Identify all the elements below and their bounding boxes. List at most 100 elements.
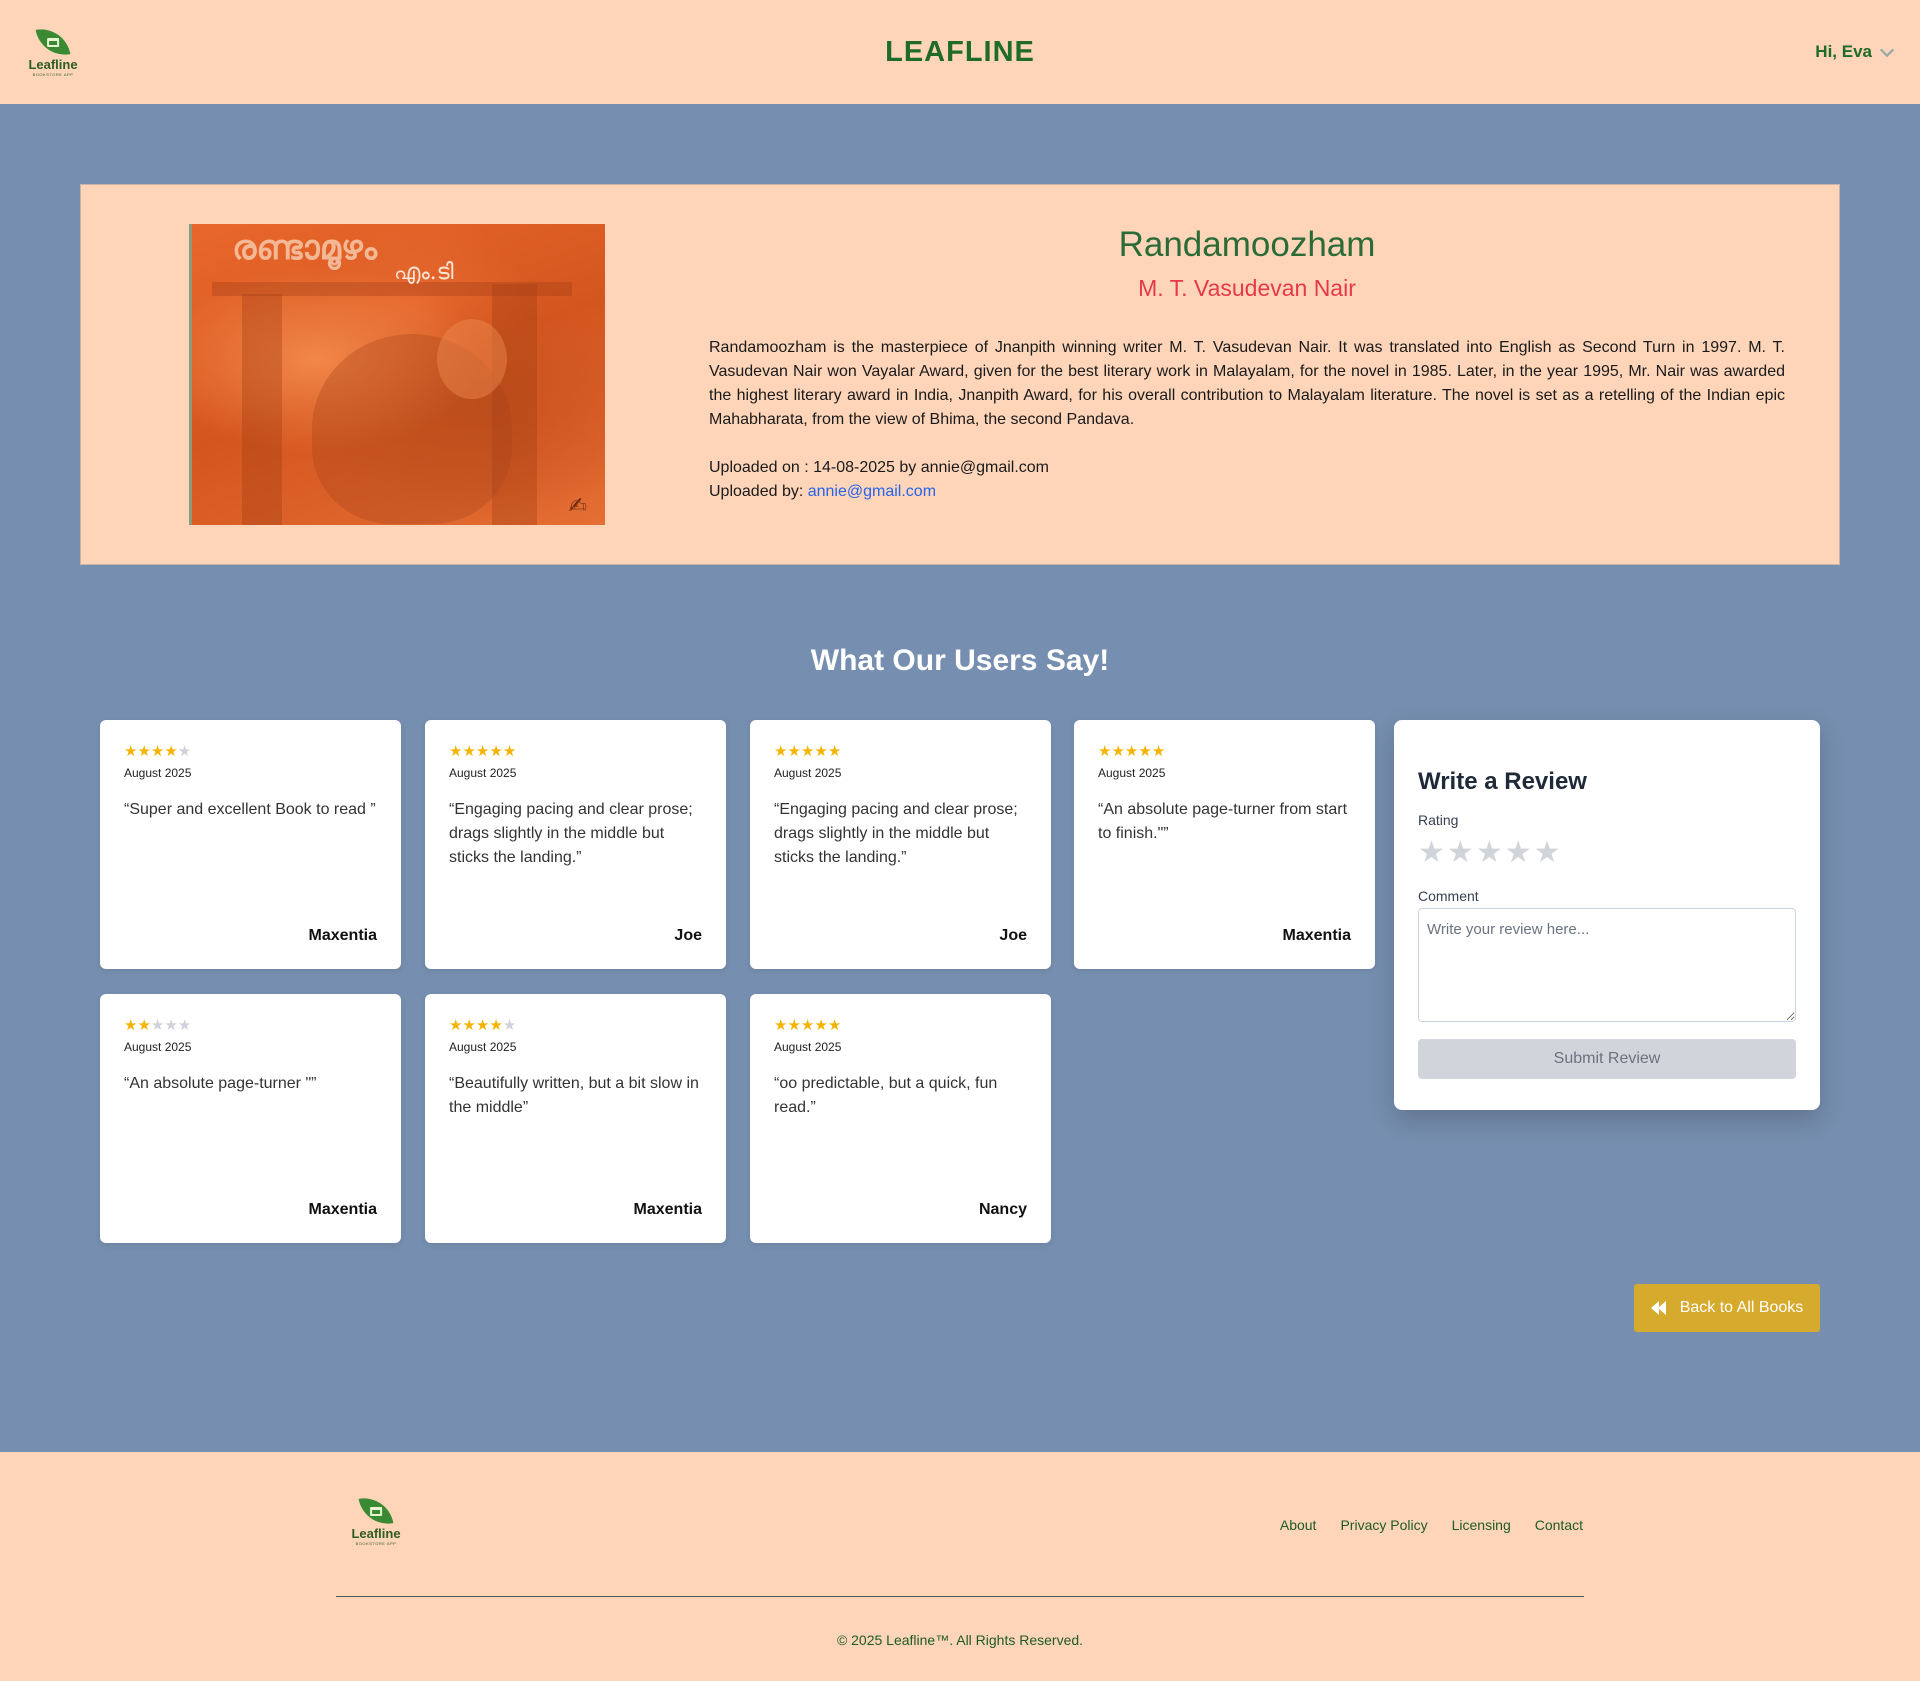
star-filled-icon: ★ bbox=[1111, 743, 1125, 760]
review-date: August 2025 bbox=[124, 766, 192, 780]
user-menu[interactable]: Hi, Eva bbox=[1815, 42, 1895, 62]
book-meta: Uploaded on : 14-08-2025 by annie@gmail.… bbox=[709, 456, 1785, 504]
book-title: Randamoozham bbox=[1118, 225, 1376, 264]
review-card: ★★★★★ August 2025 “An absolute page-turn… bbox=[100, 994, 401, 1243]
footer-logo[interactable]: Leafline BOOKSTORE APP bbox=[351, 1493, 401, 1546]
rating-stars: ★★★★★ bbox=[449, 744, 702, 760]
star-filled-icon: ★ bbox=[475, 1017, 490, 1034]
star-2-icon[interactable]: ★ bbox=[1447, 836, 1476, 869]
footer-link-about[interactable]: About bbox=[1280, 1517, 1317, 1533]
star-filled-icon: ★ bbox=[124, 1017, 138, 1034]
star-filled-icon: ★ bbox=[462, 1017, 476, 1034]
rating-stars: ★★★★★ bbox=[124, 744, 377, 760]
review-date: August 2025 bbox=[774, 766, 842, 780]
logo-subtext: BOOKSTORE APP bbox=[355, 1541, 397, 1546]
submit-review-button[interactable]: Submit Review bbox=[1418, 1039, 1796, 1079]
reviews-section-title: What Our Users Say! bbox=[810, 644, 1110, 677]
review-author: Joe bbox=[674, 927, 702, 944]
star-filled-icon: ★ bbox=[787, 743, 801, 760]
footer-divider bbox=[336, 1596, 1584, 1597]
star-filled-icon: ★ bbox=[137, 743, 151, 760]
cover-subtitle-text: എം.ടി bbox=[394, 260, 454, 285]
write-review-title: Write a Review bbox=[1418, 768, 1587, 795]
star-filled-icon: ★ bbox=[800, 1017, 815, 1034]
footer: Leafline BOOKSTORE APP About Privacy Pol… bbox=[0, 1452, 1920, 1681]
uploaded-by: Uploaded by: annie@gmail.com bbox=[709, 480, 1785, 504]
comment-label: Comment bbox=[1418, 888, 1479, 904]
star-filled-icon: ★ bbox=[814, 743, 828, 760]
leaf-book-icon bbox=[358, 1493, 394, 1529]
star-1-icon[interactable]: ★ bbox=[1418, 836, 1447, 869]
leaf-book-icon bbox=[35, 24, 71, 60]
star-filled-icon: ★ bbox=[137, 1017, 151, 1034]
user-greeting: Hi, Eva bbox=[1815, 42, 1872, 61]
rating-input[interactable]: ★★★★★ bbox=[1418, 838, 1796, 868]
book-author: M. T. Vasudevan Nair bbox=[1138, 275, 1356, 301]
star-filled-icon: ★ bbox=[502, 743, 517, 760]
review-text: “Engaging pacing and clear prose; drags … bbox=[449, 801, 693, 866]
review-author: Maxentia bbox=[633, 1201, 702, 1218]
logo-text: Leafline bbox=[28, 57, 78, 72]
star-filled-icon: ★ bbox=[1098, 743, 1112, 760]
back-to-books-button[interactable]: Back to All Books bbox=[1634, 1284, 1820, 1332]
footer-link-contact[interactable]: Contact bbox=[1535, 1517, 1583, 1533]
review-text: “oo predictable, but a quick, fun read.” bbox=[774, 1075, 998, 1116]
review-card: ★★★★★ August 2025 “An absolute page-turn… bbox=[1074, 720, 1375, 969]
star-filled-icon: ★ bbox=[489, 1017, 503, 1034]
uploader-email-link[interactable]: annie@gmail.com bbox=[808, 483, 936, 500]
star-filled-icon: ★ bbox=[449, 743, 463, 760]
review-text: “Super and excellent Book to read ” bbox=[124, 801, 376, 818]
review-author: Maxentia bbox=[308, 1201, 377, 1218]
star-filled-icon: ★ bbox=[150, 743, 165, 760]
star-filled-icon: ★ bbox=[475, 743, 490, 760]
star-empty-icon: ★ bbox=[164, 1017, 178, 1034]
rating-stars: ★★★★★ bbox=[449, 1018, 702, 1034]
rating-stars: ★★★★★ bbox=[124, 1018, 377, 1034]
footer-nav: About Privacy Policy Licensing Contact bbox=[1280, 1517, 1583, 1533]
comment-textarea[interactable] bbox=[1418, 908, 1796, 1022]
chevron-down-icon bbox=[1879, 42, 1895, 57]
review-author: Maxentia bbox=[308, 927, 377, 944]
top-header: Leafline BOOKSTORE APP LEAFLINE Hi, Eva bbox=[0, 0, 1920, 104]
rating-label: Rating bbox=[1418, 812, 1459, 828]
review-author: Maxentia bbox=[1282, 927, 1351, 944]
uploaded-by-label: Uploaded by: bbox=[709, 483, 808, 500]
review-card: ★★★★★ August 2025 “Beautifully written, … bbox=[425, 994, 726, 1243]
cover-title-text: രണ്ടാമൂഴം bbox=[232, 228, 377, 268]
review-date: August 2025 bbox=[124, 1040, 192, 1054]
cover-signature: ✍ bbox=[568, 493, 587, 518]
book-description: Randamoozham is the masterpiece of Jnanp… bbox=[709, 339, 1785, 428]
star-filled-icon: ★ bbox=[1124, 743, 1139, 760]
star-5-icon[interactable]: ★ bbox=[1534, 836, 1563, 869]
rating-stars: ★★★★★ bbox=[774, 744, 1027, 760]
footer-link-licensing[interactable]: Licensing bbox=[1452, 1517, 1511, 1533]
book-detail-card: രണ്ടാമൂഴം എം.ടി ✍ Randamoozham M. T. Vas… bbox=[80, 184, 1840, 565]
logo-subtext: BOOKSTORE APP bbox=[32, 72, 74, 77]
star-filled-icon: ★ bbox=[124, 743, 138, 760]
review-card: ★★★★★ August 2025 “Engaging pacing and c… bbox=[425, 720, 726, 969]
star-filled-icon: ★ bbox=[800, 743, 815, 760]
review-text: “Engaging pacing and clear prose; drags … bbox=[774, 801, 1018, 866]
star-filled-icon: ★ bbox=[787, 1017, 801, 1034]
star-filled-icon: ★ bbox=[164, 743, 178, 760]
review-date: August 2025 bbox=[449, 1040, 517, 1054]
rating-stars: ★★★★★ bbox=[1098, 744, 1351, 760]
star-filled-icon: ★ bbox=[827, 1017, 842, 1034]
rating-stars: ★★★★★ bbox=[774, 1018, 1027, 1034]
review-card: ★★★★★ August 2025 “Engaging pacing and c… bbox=[750, 720, 1051, 969]
footer-link-privacy-policy[interactable]: Privacy Policy bbox=[1340, 1517, 1427, 1533]
star-4-icon[interactable]: ★ bbox=[1505, 836, 1534, 869]
star-filled-icon: ★ bbox=[449, 1017, 463, 1034]
book-cover-image: രണ്ടാമൂഴം എം.ടി ✍ bbox=[189, 224, 605, 525]
review-author: Nancy bbox=[978, 1201, 1027, 1218]
star-filled-icon: ★ bbox=[827, 743, 842, 760]
star-3-icon[interactable]: ★ bbox=[1476, 836, 1505, 869]
logo-text: Leafline bbox=[351, 1526, 401, 1541]
review-card: ★★★★★ August 2025 “oo predictable, but a… bbox=[750, 994, 1051, 1243]
star-filled-icon: ★ bbox=[774, 1017, 788, 1034]
star-empty-icon: ★ bbox=[502, 1017, 517, 1034]
double-arrow-left-icon bbox=[1650, 1301, 1666, 1315]
header-logo[interactable]: Leafline BOOKSTORE APP bbox=[28, 24, 78, 77]
star-filled-icon: ★ bbox=[1151, 743, 1166, 760]
copyright-text: © 2025 Leafline™. All Rights Reserved. bbox=[836, 1632, 1084, 1648]
